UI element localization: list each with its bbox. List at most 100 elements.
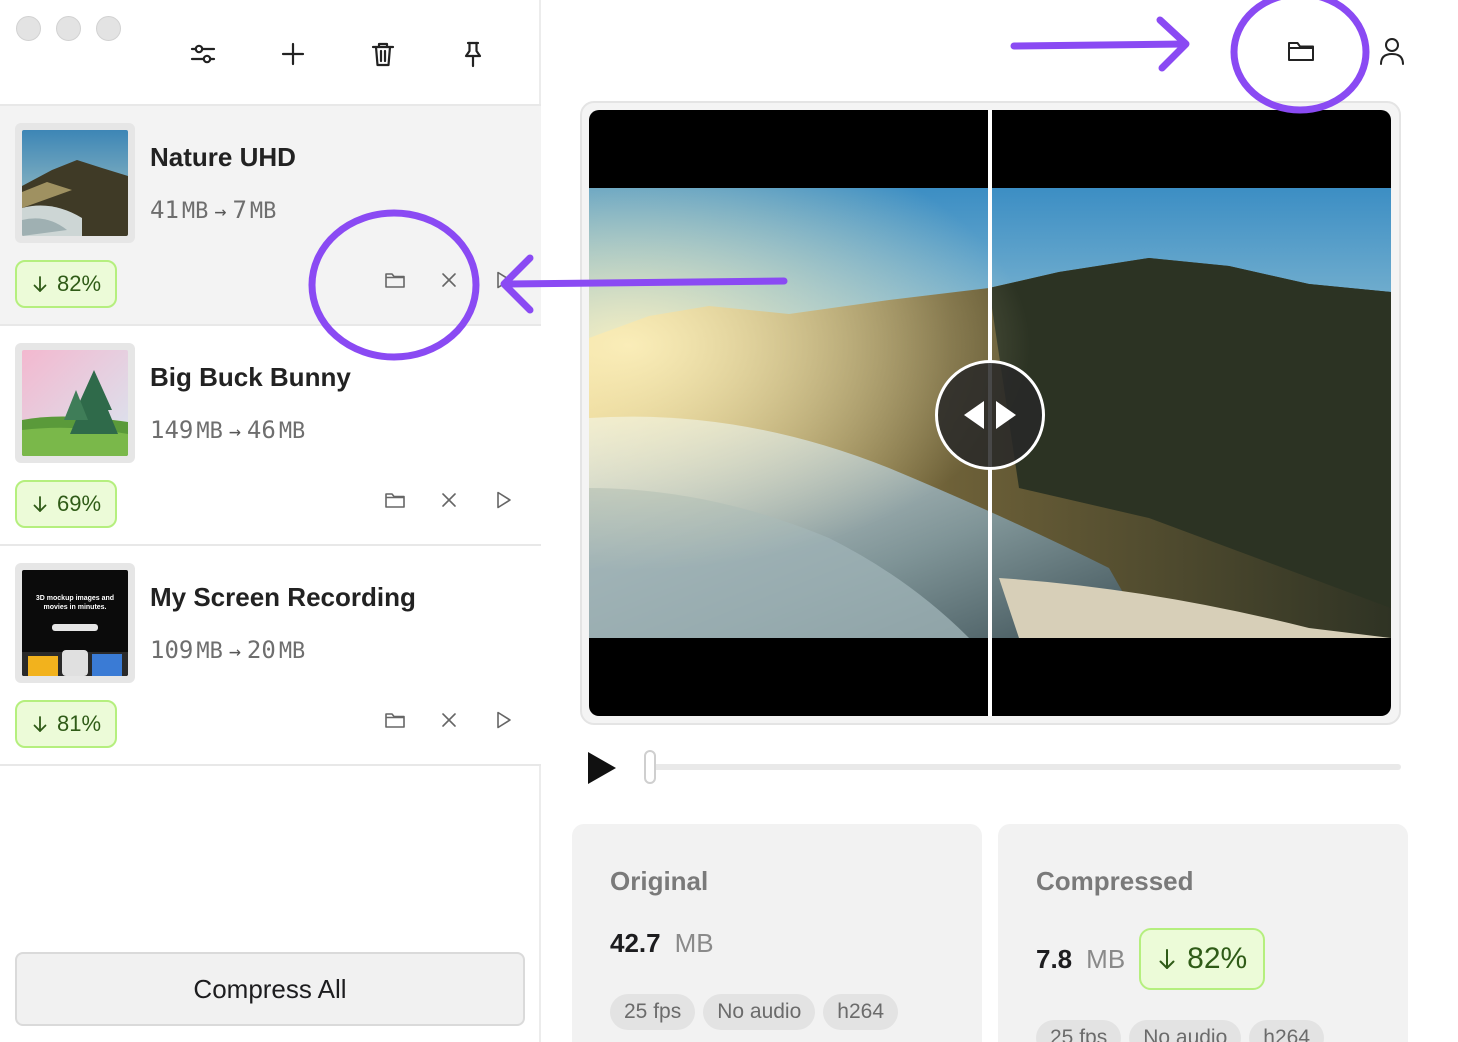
original-size: 149 xyxy=(150,416,194,444)
user-icon xyxy=(1380,38,1404,65)
delete-button[interactable] xyxy=(363,34,403,74)
reduction-badge: 81% xyxy=(15,700,118,748)
arrow-right-icon: → xyxy=(228,639,241,663)
arrow-down-icon xyxy=(1159,949,1175,969)
window-minimize-button[interactable] xyxy=(56,16,81,41)
folder-icon xyxy=(385,493,405,508)
original-size: 41 xyxy=(150,196,179,224)
fps-chip: 25 fps xyxy=(610,994,696,1030)
arrow-down-icon xyxy=(33,276,47,292)
annotation-arrowhead-top xyxy=(1156,16,1190,72)
timeline-thumb[interactable] xyxy=(644,750,656,784)
folder-icon xyxy=(1288,42,1314,61)
settings-button[interactable] xyxy=(183,34,223,74)
remove-item-button[interactable] xyxy=(431,262,467,298)
codec-chip: h264 xyxy=(1249,1020,1324,1042)
compressed-size-value: 7.8 xyxy=(1036,943,1073,974)
play-outline-icon xyxy=(497,711,511,729)
window-zoom-button[interactable] xyxy=(96,16,121,41)
original-stats-card: Original 42.7 MB 25 fps No audio h264 xyxy=(572,824,982,1042)
arrow-right-icon: → xyxy=(214,199,227,223)
compressed-size-display: 7.8 MB 82% xyxy=(1036,928,1266,990)
account-button[interactable] xyxy=(1372,30,1412,72)
original-unit: MB xyxy=(196,639,223,664)
compressed-stats-card: Compressed 7.8 MB 82% 25 fps No audio h2… xyxy=(998,824,1408,1042)
bunny-thumbnail-image xyxy=(22,350,128,456)
preview-item-button[interactable] xyxy=(485,702,521,738)
original-size-value: 42.7 xyxy=(610,928,661,958)
arrow-right-icon: → xyxy=(228,419,241,443)
nature-thumbnail-image xyxy=(22,130,128,236)
item-actions xyxy=(377,262,521,298)
list-item[interactable]: Nature UHD 41 MB → 7 MB 82% xyxy=(0,106,541,326)
folder-icon xyxy=(385,713,405,728)
item-actions xyxy=(377,702,521,738)
remove-item-button[interactable] xyxy=(431,482,467,518)
show-in-folder-button[interactable] xyxy=(377,702,413,738)
compressed-size-unit: MB xyxy=(1086,943,1126,974)
codec-chip: h264 xyxy=(823,994,898,1030)
compressed-reduction-badge: 82% xyxy=(1139,928,1266,990)
compressed-unit: MB xyxy=(278,639,306,664)
add-button[interactable] xyxy=(273,34,313,74)
item-title: My Screen Recording xyxy=(150,582,416,612)
close-icon xyxy=(442,273,456,287)
sidebar: Nature UHD 41 MB → 7 MB 82% Big Buck Bun… xyxy=(0,0,541,1042)
compress-all-button[interactable]: Compress All xyxy=(15,952,525,1026)
audio-chip: No audio xyxy=(703,994,816,1030)
audio-chip: No audio xyxy=(1129,1020,1242,1042)
item-sizes: 41 MB → 7 MB xyxy=(150,196,276,224)
reduction-badge: 69% xyxy=(15,480,118,528)
preview-item-button[interactable] xyxy=(485,482,521,518)
show-in-folder-button[interactable] xyxy=(377,482,413,518)
close-icon xyxy=(442,713,456,727)
compressed-title: Compressed xyxy=(1036,866,1194,896)
window-close-button[interactable] xyxy=(16,16,41,41)
sliders-icon xyxy=(190,44,216,64)
pin-icon xyxy=(464,41,482,68)
play-button[interactable] xyxy=(584,748,620,788)
play-outline-icon xyxy=(497,491,511,509)
list-item[interactable]: 3D mockup images and movies in minutes. … xyxy=(0,546,541,766)
annotation-arrow-top xyxy=(1010,40,1188,50)
original-unit: MB xyxy=(196,419,223,444)
show-in-folder-button[interactable] xyxy=(377,262,413,298)
video-thumbnail: 3D mockup images and movies in minutes. xyxy=(15,563,135,683)
reduction-value: 69% xyxy=(57,491,102,516)
screen-thumbnail-text: 3D mockup images and movies in minutes. xyxy=(35,595,115,611)
reduction-value: 82% xyxy=(57,271,102,296)
original-size-unit: MB xyxy=(674,928,714,958)
item-title: Big Buck Bunny xyxy=(150,362,351,392)
folder-icon xyxy=(385,273,405,288)
arrow-down-icon xyxy=(33,716,47,732)
original-title: Original xyxy=(610,866,709,896)
play-icon xyxy=(588,752,616,784)
compressed-chips: 25 fps No audio h264 xyxy=(1036,1020,1324,1042)
trash-icon xyxy=(371,42,395,67)
preview-item-button[interactable] xyxy=(485,262,521,298)
item-title: Nature UHD xyxy=(150,142,296,172)
play-outline-icon xyxy=(497,271,511,289)
fps-chip: 25 fps xyxy=(1036,1020,1122,1042)
timeline-scrubber[interactable] xyxy=(648,764,1401,770)
compressed-size: 46 xyxy=(246,416,276,444)
item-actions xyxy=(377,482,521,518)
video-list: Nature UHD 41 MB → 7 MB 82% Big Buck Bun… xyxy=(0,104,541,766)
comparison-preview[interactable] xyxy=(589,110,1391,716)
original-size-display: 42.7 MB xyxy=(610,928,714,959)
original-unit: MB xyxy=(181,199,209,224)
list-item[interactable]: Big Buck Bunny 149 MB → 46 MB 69% xyxy=(0,326,541,546)
arrow-down-icon xyxy=(33,496,47,512)
compressed-unit: MB xyxy=(278,419,306,444)
compressed-size: 20 xyxy=(246,636,276,664)
comparison-slider-handle[interactable] xyxy=(935,360,1045,470)
drag-arrows-icon xyxy=(964,401,1016,429)
pin-button[interactable] xyxy=(453,34,493,74)
compressed-unit: MB xyxy=(249,199,277,224)
video-thumbnail xyxy=(15,343,135,463)
close-icon xyxy=(442,493,456,507)
output-folder-button[interactable] xyxy=(1280,30,1322,72)
item-sizes: 149 MB → 46 MB xyxy=(150,416,305,444)
remove-item-button[interactable] xyxy=(431,702,467,738)
video-thumbnail xyxy=(15,123,135,243)
